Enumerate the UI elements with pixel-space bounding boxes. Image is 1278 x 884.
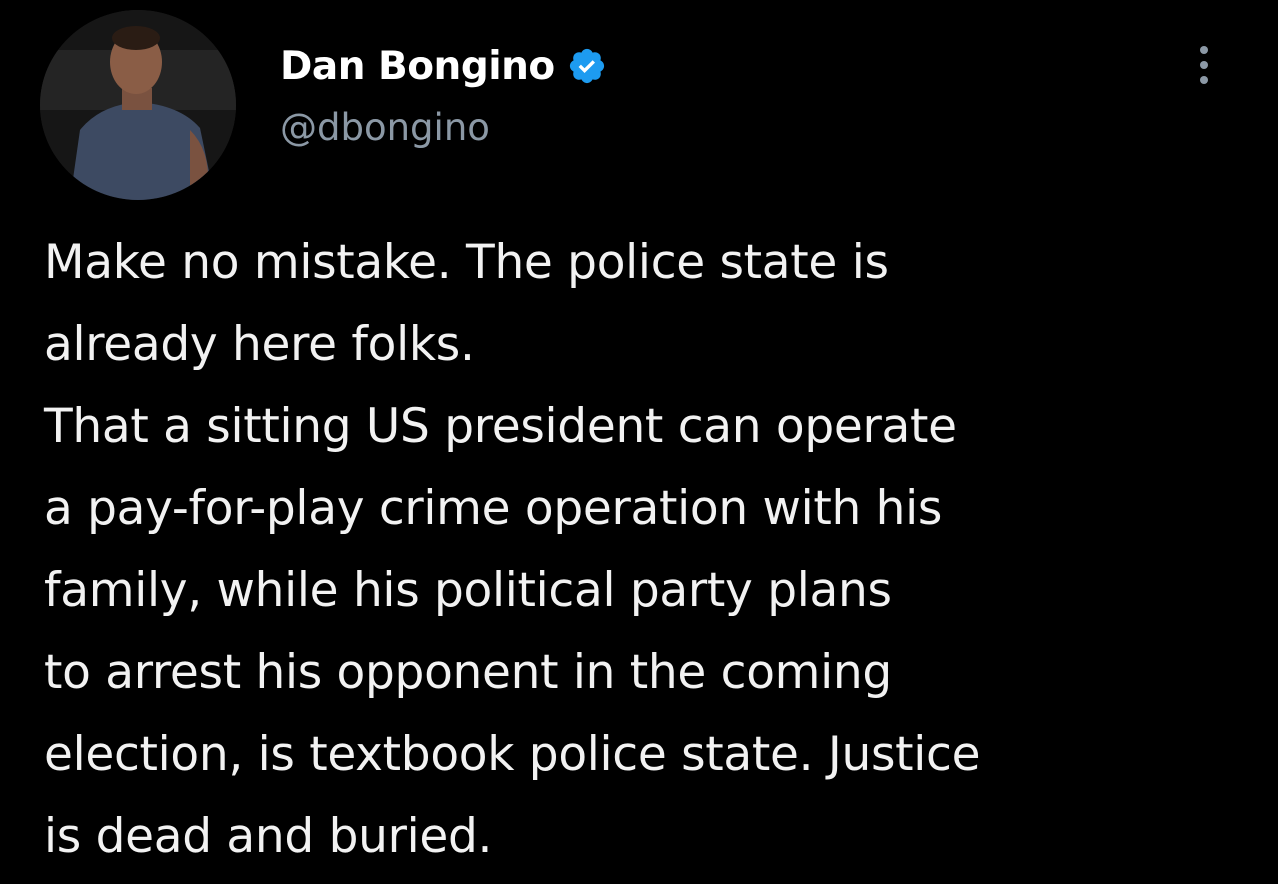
tweet-text-line: already here folks. [44,317,475,372]
author-name-row: Dan Bongino [280,40,607,92]
tweet-text-line: Make no mistake. The police state is [44,235,889,290]
tweet-card: Dan Bongino @dbongino Make no mistake. T… [0,0,1278,884]
tweet-text-line: a pay-for-play crime operation with his [44,481,943,536]
avatar-photo [40,10,236,200]
tweet-text-line: is dead and buried. [44,809,493,864]
more-options-icon[interactable] [1190,40,1220,90]
author-handle[interactable]: @dbongino [280,106,490,149]
tweet-text-line: family, while his political party plans [44,563,892,618]
tweet-text: Make no mistake. The police state is alr… [44,222,1254,878]
tweet-text-line: to arrest his opponent in the coming [44,645,892,700]
verified-badge-icon [569,48,604,84]
tweet-text-line: That a sitting US president can operate [44,399,957,454]
author-display-name[interactable]: Dan Bongino [280,44,555,89]
avatar[interactable] [40,10,236,200]
tweet-text-line: election, is textbook police state. Just… [44,727,981,782]
